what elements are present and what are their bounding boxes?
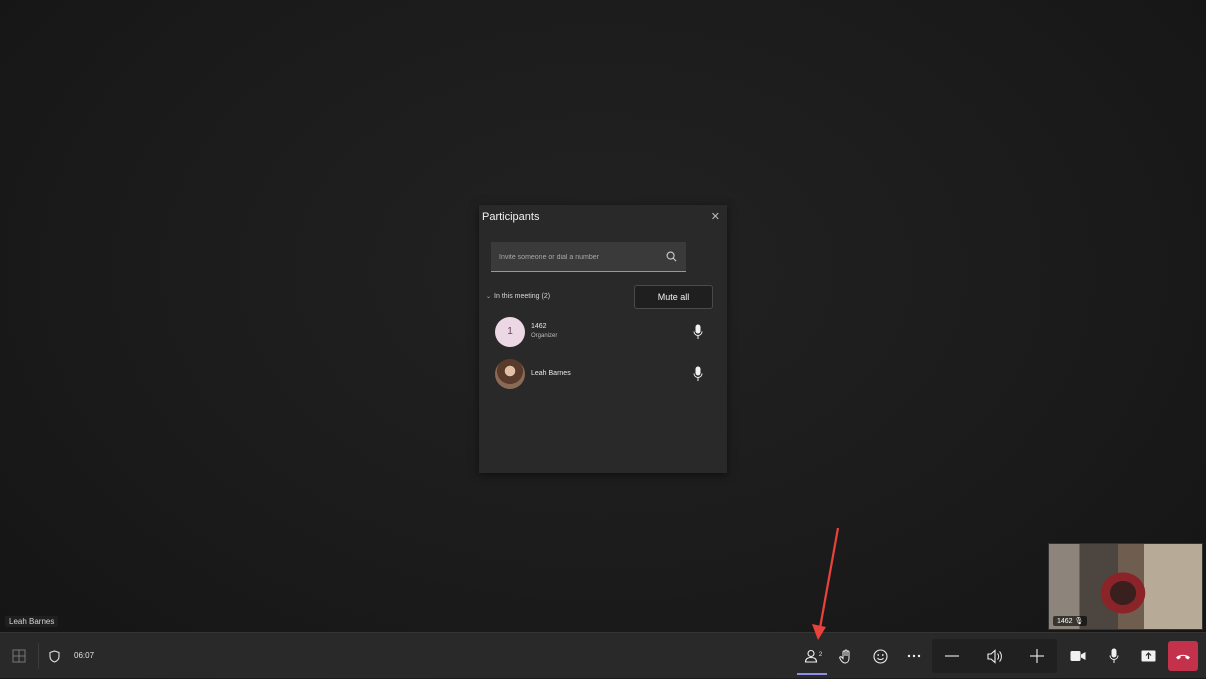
mute-all-button[interactable]: Mute all [634,285,713,309]
shield-icon[interactable] [45,633,63,679]
share-icon[interactable] [1137,633,1159,679]
leave-icon [1176,654,1190,660]
speaker-icon[interactable] [984,633,1006,679]
participant-item[interactable]: 1 1462 Organizer [495,317,715,349]
more-icon[interactable] [904,633,924,679]
meeting-timer: 06:07 [74,651,95,660]
invite-input[interactable] [497,247,661,267]
mic-icon: 🎙 [1074,618,1084,625]
close-icon[interactable]: ✕ [711,210,720,223]
speaker-name-tag: Leah Barnes [5,616,59,627]
participant-name: Leah Barnes [531,370,571,377]
panel-title: Participants [482,211,540,223]
participants-icon [804,649,817,663]
meeting-toolbar: 06:07 2 [0,632,1206,678]
participant-name: 1462 [531,323,547,330]
avatar [495,359,525,389]
video-frame [1097,569,1149,617]
mic-icon[interactable] [693,324,703,340]
meeting-stage: Leah Barnes Participants ✕ ⌄In this meet… [0,0,1206,632]
camera-icon[interactable] [1067,633,1089,679]
volume-up-icon[interactable] [1027,633,1047,679]
mic-icon[interactable] [1104,633,1124,679]
in-meeting-section-toggle[interactable]: ⌄ In this meeting (2) [486,293,550,300]
self-video-label: 1462 🎙 [1053,616,1088,626]
participant-role: Organizer [531,333,558,339]
divider [38,643,39,669]
volume-down-icon[interactable] [942,633,962,679]
raise-hand-icon[interactable] [836,633,856,679]
participants-count: 2 [818,652,823,658]
participant-item[interactable]: Leah Barnes [495,359,715,391]
active-indicator [797,673,827,675]
reactions-icon[interactable] [870,633,890,679]
mic-icon[interactable] [693,366,703,382]
avatar: 1 [495,317,525,347]
section-label: In this meeting (2) [494,293,551,300]
search-icon[interactable] [666,251,677,262]
invite-search-box[interactable] [491,242,686,272]
participants-panel: Participants ✕ ⌄In this meeting (2) Mute… [479,205,727,473]
chevron-down-icon: ⌄ [486,294,492,300]
leave-button[interactable] [1168,641,1198,671]
self-video-preview[interactable]: 1462 🎙 [1048,543,1203,630]
grid-icon[interactable] [8,633,30,679]
